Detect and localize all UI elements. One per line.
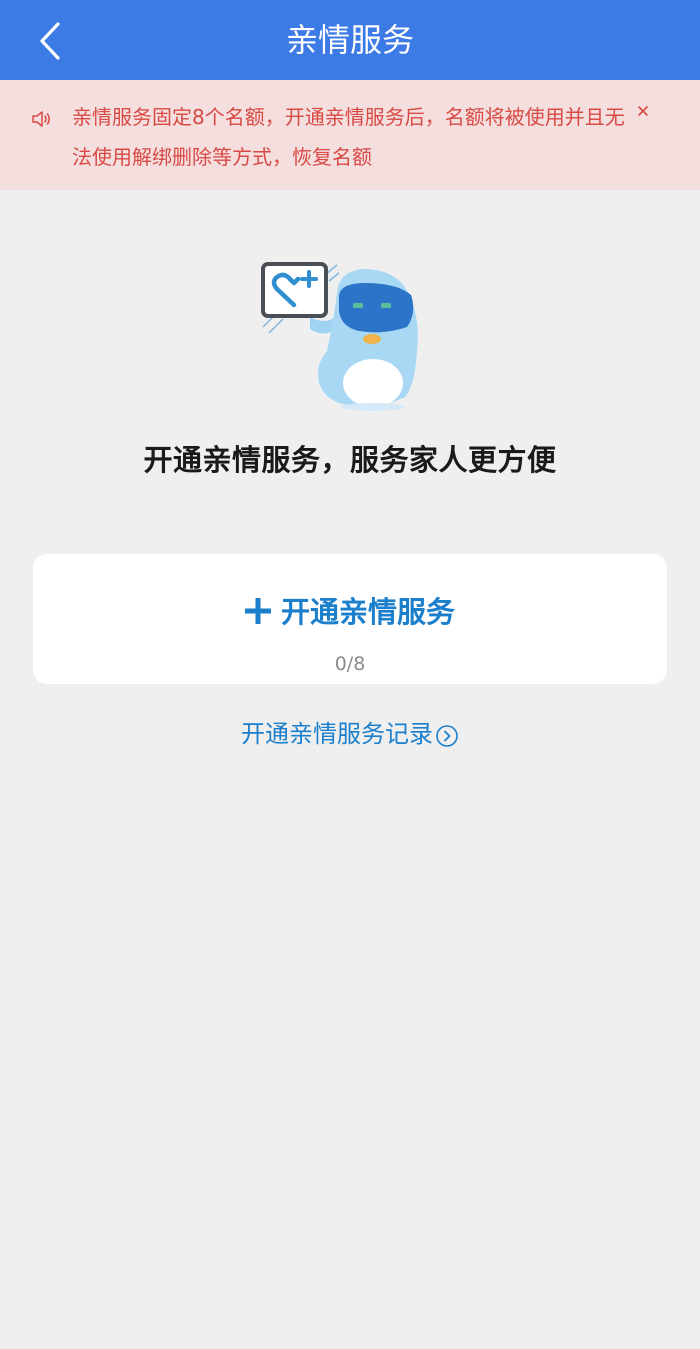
back-button[interactable] [30,18,76,64]
chevron-left-icon [40,22,60,60]
penguin-mascot-illustration [255,255,430,415]
open-service-label: 开通亲情服务 [280,595,455,629]
quota-counter: 0/8 [334,653,366,675]
notice-banner: 亲情服务固定8个名额，开通亲情服务后，名额将被使用并且无法使用解绑删除等方式，恢… [0,80,700,190]
speaker-icon [30,107,54,131]
notice-text: 亲情服务固定8个名额，开通亲情服务后，名额将被使用并且无法使用解绑删除等方式，恢… [72,105,625,169]
service-record-link[interactable]: 开通亲情服务记录 [0,714,700,749]
plus-icon [244,598,271,624]
service-record-label: 开通亲情服务记录 [241,720,433,748]
chevron-right-circle-icon [435,724,459,748]
hero-slogan: 开通亲情服务，服务家人更方便 [143,443,557,477]
page-title: 亲情服务 [285,21,414,59]
open-service-row[interactable]: 开通亲情服务 [33,590,667,634]
close-icon[interactable] [634,102,654,122]
open-family-service-button[interactable]: 开通亲情服务 0/8 [33,554,667,684]
app-header: 亲情服务 [0,0,700,80]
